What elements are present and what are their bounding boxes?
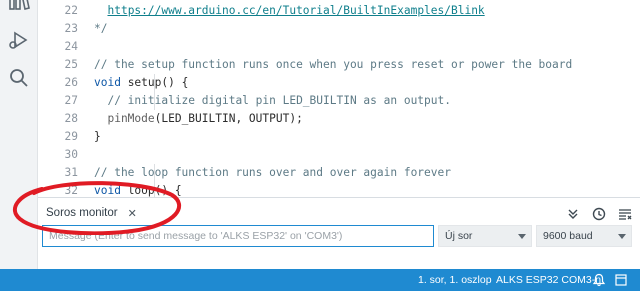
code-token: pinMode	[94, 112, 155, 125]
activity-bar	[0, 0, 38, 269]
line-ending-select[interactable]: Új sor	[438, 225, 532, 247]
close-icon[interactable]: ✕	[128, 207, 137, 220]
line-number: 32	[64, 184, 78, 197]
code-line[interactable]: pinMode(LED_BUILTIN, OUTPUT);	[94, 110, 303, 128]
code-line[interactable]: */	[94, 20, 107, 38]
code-area[interactable]: https://www.arduino.cc/en/Tutorial/Built…	[94, 0, 640, 197]
code-line[interactable]: // the loop function runs over and over …	[94, 164, 451, 182]
clear-output-icon[interactable]	[618, 206, 632, 220]
message-input[interactable]	[42, 225, 434, 247]
timestamp-icon[interactable]	[592, 206, 606, 221]
code-token: // the loop function runs over and over …	[94, 166, 451, 179]
line-number: 23	[64, 22, 78, 35]
code-token: setup() {	[120, 76, 189, 89]
code-line[interactable]: // initialize digital pin LED_BUILTIN as…	[94, 92, 451, 110]
chevron-down-icon	[618, 234, 626, 239]
tab-serial-monitor[interactable]: Soros monitor ✕	[38, 201, 137, 225]
code-token[interactable]: https://www.arduino.cc/en/Tutorial/Built…	[107, 4, 484, 17]
cursor-position[interactable]: 1. sor, 1. oszlop	[418, 269, 492, 291]
line-number: 22	[64, 4, 78, 17]
line-ending-value: Új sor	[445, 230, 473, 242]
chevron-down-icon	[518, 234, 526, 239]
line-number: 25	[64, 58, 78, 71]
serial-monitor-panel: Soros monitor ✕ Új sor 9600 baud	[38, 197, 640, 269]
code-line[interactable]: void loop() {	[94, 182, 182, 197]
line-number: 30	[64, 148, 78, 161]
baud-rate-value: 9600 baud	[543, 230, 593, 242]
board-status[interactable]: ALKS ESP32 COM3-n	[496, 269, 601, 291]
status-bar: 1. sor, 1. oszlop ALKS ESP32 COM3-n	[0, 269, 640, 291]
code-editor[interactable]: 22232425262728293031323334 https://www.a…	[38, 0, 640, 197]
panel-actions	[566, 205, 632, 221]
notification-icon[interactable]	[592, 273, 606, 287]
code-line[interactable]: void setup() {	[94, 74, 188, 92]
code-line[interactable]: https://www.arduino.cc/en/Tutorial/Built…	[94, 2, 484, 20]
code-token: (LED_BUILTIN, OUTPUT);	[154, 112, 303, 125]
code-line[interactable]: // the setup function runs once when you…	[94, 56, 572, 74]
line-number: 26	[64, 76, 78, 89]
library-icon[interactable]	[7, 0, 31, 14]
baud-rate-select[interactable]: 9600 baud	[536, 225, 632, 247]
code-token: */	[94, 22, 108, 35]
code-token: // initialize digital pin LED_BUILTIN as…	[94, 94, 451, 107]
code-line[interactable]: }	[94, 128, 101, 146]
autoscroll-icon[interactable]	[566, 206, 580, 220]
code-token: loop() {	[120, 184, 182, 197]
code-token: // the setup function runs once when you…	[94, 58, 573, 71]
code-token: void	[94, 76, 121, 89]
code-token: }	[94, 130, 101, 143]
line-number: 27	[64, 94, 78, 107]
line-number-gutter: 22232425262728293031323334	[38, 0, 78, 197]
code-token: void	[94, 184, 121, 197]
line-number: 31	[64, 166, 78, 179]
layout-icon[interactable]	[614, 273, 628, 287]
line-number: 28	[64, 112, 78, 125]
search-icon[interactable]	[7, 66, 31, 90]
line-number: 24	[64, 40, 78, 53]
line-number: 29	[64, 130, 78, 143]
debug-icon[interactable]	[7, 28, 31, 52]
tab-serial-monitor-label: Soros monitor	[46, 207, 118, 219]
